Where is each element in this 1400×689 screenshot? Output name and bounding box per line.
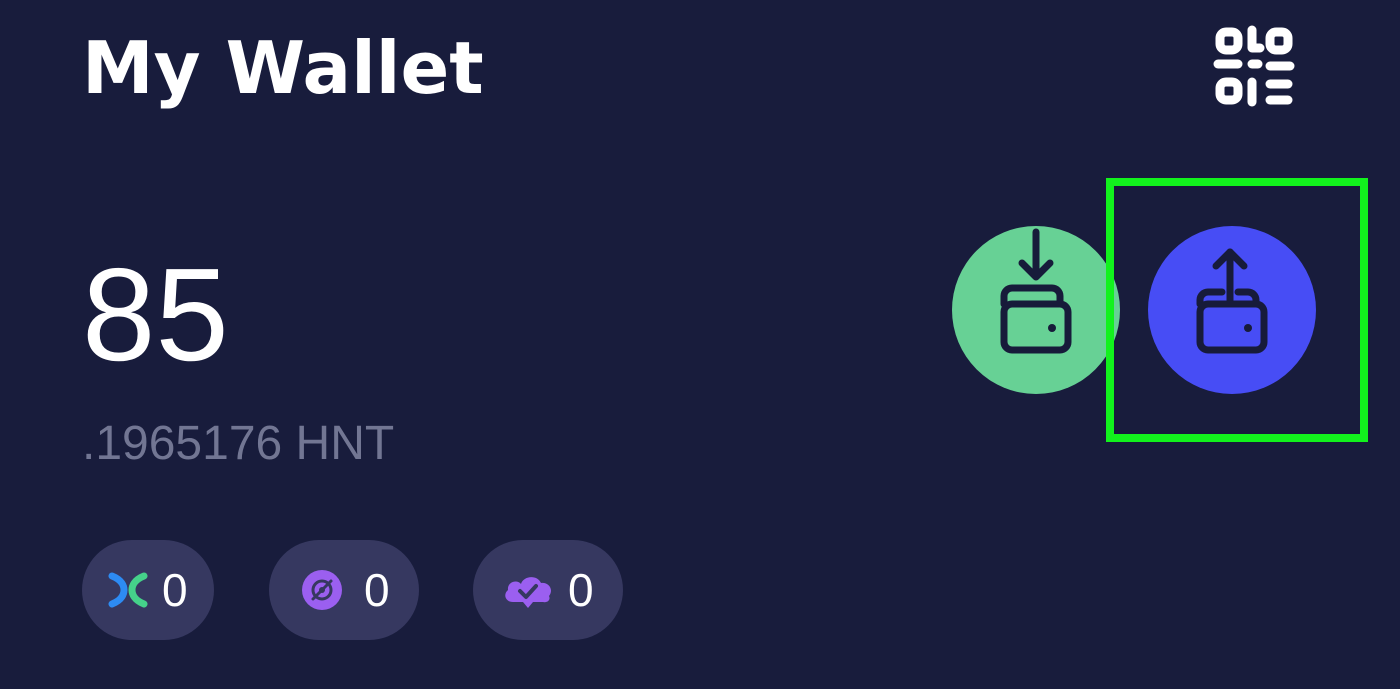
receive-button[interactable] bbox=[952, 226, 1120, 394]
helium-token-icon bbox=[302, 570, 342, 610]
balance-fraction: .1965176 HNT bbox=[82, 417, 395, 470]
qr-code-button[interactable] bbox=[1212, 24, 1296, 108]
data-credits-value: 0 bbox=[568, 564, 594, 616]
helium-token-value: 0 bbox=[364, 564, 390, 616]
qr-code-icon bbox=[1213, 25, 1295, 107]
helium-token-pill[interactable]: 0 bbox=[269, 540, 419, 640]
balance-integer: 85 bbox=[82, 241, 229, 388]
mobile-token-icon bbox=[108, 572, 148, 608]
mobile-token-pill[interactable]: 0 bbox=[82, 540, 214, 640]
data-credits-pill[interactable]: 0 bbox=[473, 540, 623, 640]
page-title: My Wallet bbox=[82, 26, 484, 110]
send-button[interactable] bbox=[1148, 226, 1316, 394]
wallet-send-icon bbox=[1196, 248, 1268, 354]
wallet-receive-icon bbox=[1000, 228, 1072, 354]
data-credits-cloud-icon bbox=[505, 577, 552, 608]
mobile-token-value: 0 bbox=[162, 564, 188, 616]
